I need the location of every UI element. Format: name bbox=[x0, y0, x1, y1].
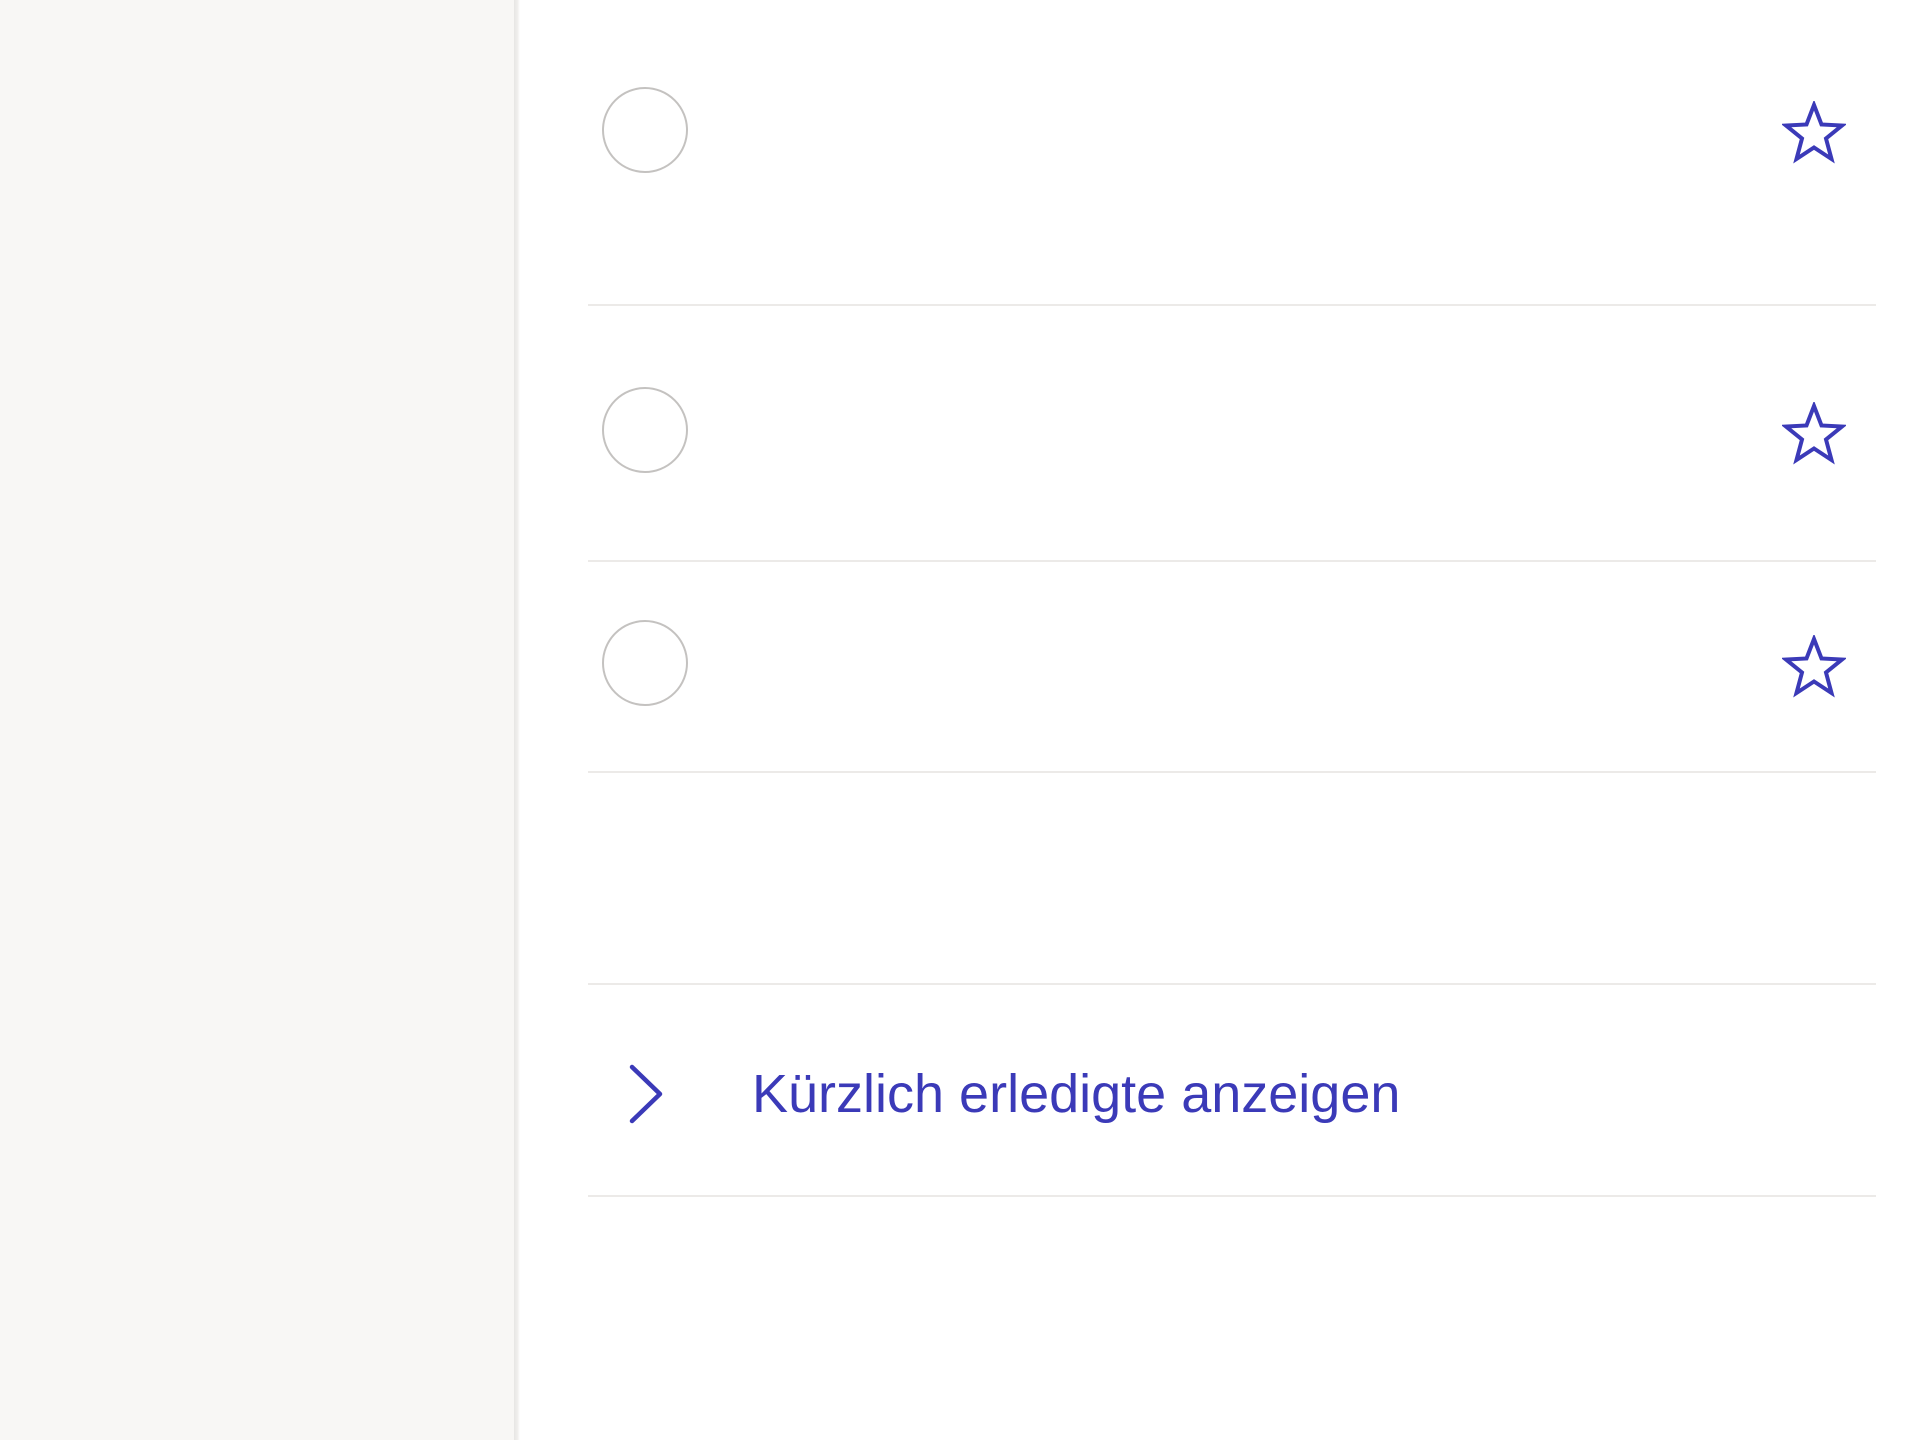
task-complete-checkbox[interactable] bbox=[602, 387, 688, 473]
star-icon[interactable] bbox=[1782, 101, 1846, 165]
task-list-panel: Kürzlich erledigte anzeigen bbox=[520, 0, 1920, 1440]
show-completed-label: Kürzlich erledigte anzeigen bbox=[752, 1064, 1401, 1124]
star-icon[interactable] bbox=[1782, 402, 1846, 466]
task-row[interactable] bbox=[588, 562, 1876, 773]
task-row[interactable] bbox=[588, 0, 1876, 306]
task-complete-checkbox[interactable] bbox=[602, 620, 688, 706]
empty-row bbox=[588, 773, 1876, 985]
task-row[interactable] bbox=[588, 306, 1876, 562]
sidebar bbox=[0, 0, 514, 1440]
chevron-right-icon bbox=[629, 1064, 663, 1124]
star-icon[interactable] bbox=[1782, 635, 1846, 699]
show-completed-toggle[interactable]: Kürzlich erledigte anzeigen bbox=[588, 985, 1876, 1197]
task-complete-checkbox[interactable] bbox=[602, 87, 688, 173]
